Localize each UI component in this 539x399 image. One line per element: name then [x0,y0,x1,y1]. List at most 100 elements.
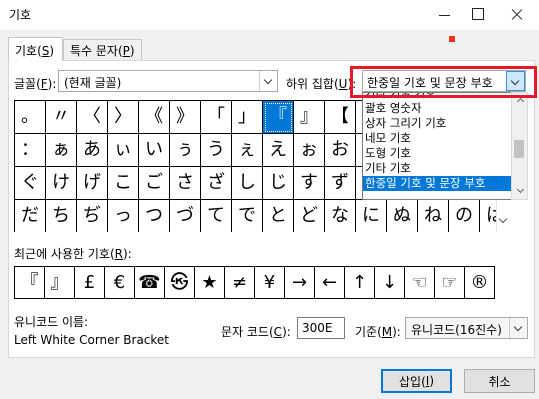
char-cell[interactable]: 【 [325,101,356,134]
insert-button[interactable]: 삽입(I) [381,369,452,393]
subset-list-item[interactable]: 네모 기호 [363,131,512,146]
tab-symbols[interactable]: 기호(S) [8,37,63,61]
char-cell[interactable]: あ [77,134,108,167]
char-cell[interactable]: 》 [170,101,201,134]
char-cell[interactable]: ： [15,134,46,167]
recent-symbol-cell[interactable]: £ [75,267,105,299]
char-cell[interactable]: じ [263,167,294,200]
char-cell[interactable]: こ [108,167,139,200]
chevron-down-icon[interactable] [259,71,277,91]
char-cell[interactable]: ぃ [108,134,139,167]
char-cell[interactable]: な [325,200,356,232]
char-cell[interactable]: 『 [263,101,294,134]
char-cell[interactable]: ぁ [46,134,77,167]
recent-symbol-cell[interactable]: ☞ [435,267,465,299]
tab-symbols-label-end: ) [49,44,55,58]
font-label: 글꼴(F): [14,77,57,91]
font-select[interactable]: (현재 글꼴) [58,70,278,92]
char-cell[interactable]: ぉ [294,134,325,167]
base-select[interactable]: 유니코드(16진수) [405,317,528,339]
char-cell[interactable]: ぬ [387,200,418,232]
scroll-up-icon[interactable] [516,97,525,106]
recent-symbol-cell[interactable]: ☜ [405,267,435,299]
subset-list-item[interactable]: 도형 기호 [363,146,512,161]
recent-symbol-cell[interactable]: ㉿ [165,267,195,299]
recent-symbol-cell[interactable]: ↓ [375,267,405,299]
char-cell[interactable]: 「 [201,101,232,134]
char-cell[interactable]: の [449,200,480,232]
subset-list-item[interactable]: 한중일 기호 및 문장 부호 [363,176,512,191]
tab-symbols-label: 기호( [15,44,42,58]
char-cell[interactable]: 」 [232,101,263,134]
recent-symbol-cell[interactable]: ← [315,267,345,299]
cancel-button[interactable]: 취소 [464,369,535,393]
subset-list-item[interactable]: 상자 그리기 기호 [363,116,512,131]
subset-list-item[interactable]: 기타 기호 [363,161,512,176]
char-cell[interactable]: ず [325,167,356,200]
char-cell[interactable]: さ [170,167,201,200]
char-cell[interactable]: う [201,134,232,167]
char-cell[interactable]: と [263,200,294,232]
char-cell[interactable]: し [232,167,263,200]
char-cell[interactable]: ど [294,200,325,232]
char-cell[interactable]: 〉 [108,101,139,134]
window-title: 기호 [9,8,32,22]
base-select-value: 유니코드(16진수) [411,323,502,337]
char-cell[interactable]: っ [108,200,139,232]
char-cell[interactable]: 《 [139,101,170,134]
tab-special-characters[interactable]: 특수 문자(P) [63,39,142,60]
maximize-button[interactable] [468,3,500,27]
highlight-box [350,66,537,98]
char-cell[interactable]: ざ [201,167,232,200]
char-cell[interactable]: 〈 [77,101,108,134]
close-button[interactable] [500,3,536,27]
char-cell[interactable]: 』 [294,101,325,134]
char-cell[interactable]: て [201,200,232,232]
char-cell[interactable]: で [232,200,263,232]
scroll-down-icon[interactable] [516,185,525,194]
recent-symbol-cell[interactable]: € [105,267,135,299]
recent-symbol-cell[interactable]: 『 [15,267,45,299]
char-cell[interactable]: す [294,167,325,200]
recent-symbol-cell[interactable]: ≠ [225,267,255,299]
minimize-button[interactable] [422,3,468,27]
recent-symbol-cell[interactable]: ★ [195,267,225,299]
recent-symbol-cell[interactable]: ☎ [135,267,165,299]
char-cell[interactable]: え [263,134,294,167]
char-cell[interactable]: け [46,167,77,200]
unicode-name-label: 유니코드 이름: [14,315,89,329]
base-label: 기준(M): [355,325,401,339]
char-cell[interactable]: に [356,200,387,232]
char-cell[interactable]: い [139,134,170,167]
char-cell[interactable]: お [325,134,356,167]
list-scrollbar-thumb[interactable] [514,140,524,158]
scroll-down-icon[interactable] [498,214,508,224]
char-cell[interactable]: ご [139,167,170,200]
recent-symbol-cell[interactable]: ¥ [255,267,285,299]
red-marker [449,36,455,42]
char-cell[interactable]: づ [170,200,201,232]
char-cell[interactable]: つ [139,200,170,232]
font-select-value: (현재 글꼴) [64,76,122,90]
char-cell[interactable]: ち [46,200,77,232]
recent-symbol-cell[interactable]: ↑ [345,267,375,299]
char-cell[interactable]: ね [418,200,449,232]
recent-symbol-cell[interactable]: → [285,267,315,299]
char-cell[interactable]: ぐ [15,167,46,200]
recent-symbol-cell[interactable]: ® [465,267,495,299]
recent-symbol-cell[interactable]: 』 [45,267,75,299]
char-cell[interactable]: ぢ [77,200,108,232]
char-code-label: 문자 코드(C): [221,325,291,339]
subset-list-item[interactable]: 괄호 영숫자 [363,101,512,116]
char-code-input[interactable]: 300E [297,317,345,339]
char-cell[interactable]: だ [15,200,46,232]
char-cell[interactable]: ぇ [232,134,263,167]
tab-special-key: P [122,44,130,58]
char-cell[interactable]: 。 [15,101,46,134]
subset-dropdown-list[interactable]: 기타 기술 기호 괄호 영숫자 상자 그리기 기호 네모 기호 도형 기호 기타 기호 한중… [362,92,513,200]
char-cell[interactable]: 〃 [46,101,77,134]
recent-symbols-grid[interactable]: 『』 £ € ☎ ㉿ ★ ≠ ¥ → ← ↑ ↓ ☜ ☞ ® [14,266,495,299]
char-cell[interactable]: ぅ [170,134,201,167]
char-cell[interactable]: げ [77,167,108,200]
chevron-down-icon[interactable] [509,318,527,338]
